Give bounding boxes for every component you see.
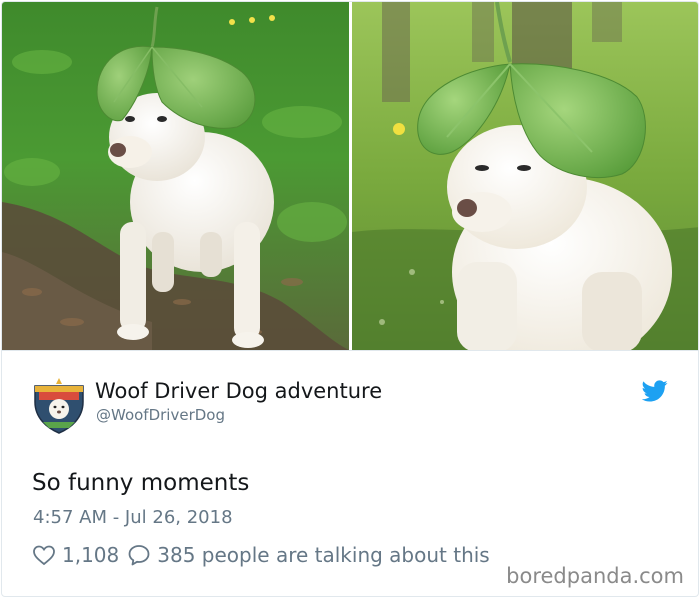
avatar[interactable] <box>33 378 85 434</box>
tweet-actions: 1,108 385 people are talking about this <box>32 542 498 568</box>
twitter-bird-icon[interactable] <box>641 380 668 404</box>
tweet-text: So funny moments <box>32 470 250 496</box>
display-name[interactable]: Woof Driver Dog adventure <box>95 379 382 403</box>
user-handle[interactable]: @WoofDriverDog <box>96 406 225 424</box>
woof-driver-logo-icon <box>34 378 84 434</box>
media-border <box>2 350 698 351</box>
speech-bubble-icon[interactable] <box>127 543 151 567</box>
media-photo-left[interactable] <box>2 2 349 350</box>
dog-with-leaf-hat-closeup-photo <box>352 2 698 350</box>
tweet-media[interactable] <box>2 2 698 350</box>
talking-count[interactable]: 385 people are talking about this <box>157 543 489 567</box>
dog-with-leaf-hat-photo <box>2 2 349 350</box>
heart-icon[interactable] <box>32 543 56 567</box>
media-photo-right[interactable] <box>352 2 698 350</box>
tweet-timestamp[interactable]: 4:57 AM - Jul 26, 2018 <box>33 507 233 528</box>
source-watermark: boredpanda.com <box>506 564 684 588</box>
like-count[interactable]: 1,108 <box>62 543 119 567</box>
